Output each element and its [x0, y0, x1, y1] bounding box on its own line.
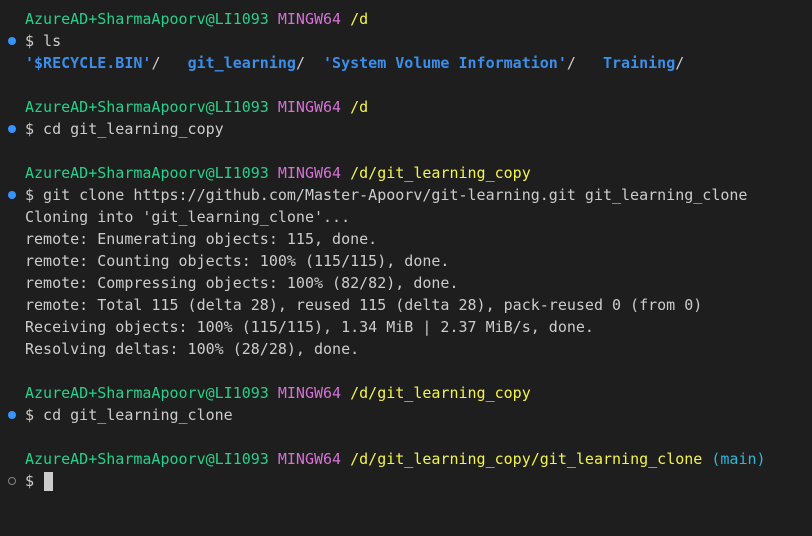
ls-output: '$RECYCLE.BIN'/ git_learning/ 'System Vo… — [0, 52, 812, 74]
prompt-path: /d — [350, 98, 369, 116]
command-success-decoration[interactable] — [8, 125, 16, 133]
ls-separator: / — [566, 54, 576, 72]
output-line: Receiving objects: 100% (115/115), 1.34 … — [25, 318, 594, 336]
prompt-path: /d/git_learning_copy/git_learning_clone — [350, 450, 703, 468]
command-text: $ cd git_learning_clone — [25, 406, 233, 424]
prompt-user-host: AzureAD+SharmaApoorv@LI1093 — [25, 450, 269, 468]
current-command-line[interactable]: $ — [0, 470, 812, 492]
prompt-line: AzureAD+SharmaApoorv@LI1093 MINGW64 /d/g… — [0, 162, 812, 184]
prompt-system: MINGW64 — [277, 164, 342, 182]
ls-separator: / — [295, 54, 305, 72]
prompt-system: MINGW64 — [277, 450, 342, 468]
prompt-line: AzureAD+SharmaApoorv@LI1093 MINGW64 /d/g… — [0, 382, 812, 404]
ls-entry: Training — [603, 54, 676, 72]
command-pending-decoration[interactable] — [8, 477, 16, 485]
command-text: $ ls — [25, 32, 62, 50]
ls-entry: '$RECYCLE.BIN' — [25, 54, 152, 72]
git-branch: (main) — [711, 450, 766, 468]
prompt-user-host: AzureAD+SharmaApoorv@LI1093 — [25, 98, 269, 116]
prompt-user-host: AzureAD+SharmaApoorv@LI1093 — [25, 164, 269, 182]
ls-separator: / — [151, 54, 161, 72]
output-line: remote: Enumerating objects: 115, done. — [25, 230, 378, 248]
ls-entry: 'System Volume Information' — [323, 54, 567, 72]
prompt-path: /d/git_learning_copy — [350, 164, 531, 182]
text-cursor — [44, 472, 54, 491]
prompt-user-host: AzureAD+SharmaApoorv@LI1093 — [25, 10, 269, 28]
prompt-path: /d/git_learning_copy — [350, 384, 531, 402]
output-line: remote: Total 115 (delta 28), reused 115… — [25, 296, 703, 314]
prompt-system: MINGW64 — [277, 98, 342, 116]
prompt-system: MINGW64 — [277, 384, 342, 402]
ls-separator: / — [675, 54, 685, 72]
output-line: Cloning into 'git_learning_clone'... — [25, 208, 351, 226]
prompt-user-host: AzureAD+SharmaApoorv@LI1093 — [25, 384, 269, 402]
command-success-decoration[interactable] — [8, 37, 16, 45]
prompt-line: AzureAD+SharmaApoorv@LI1093 MINGW64 /d/g… — [0, 448, 812, 470]
command-success-decoration[interactable] — [8, 191, 16, 199]
output-line: Resolving deltas: 100% (28/28), done. — [25, 340, 360, 358]
prompt-line: AzureAD+SharmaApoorv@LI1093 MINGW64 /d — [0, 8, 812, 30]
prompt-system: MINGW64 — [277, 10, 342, 28]
command-text: $ git clone https://github.com/Master-Ap… — [25, 186, 748, 204]
prompt-line: AzureAD+SharmaApoorv@LI1093 MINGW64 /d — [0, 96, 812, 118]
command-text: $ — [25, 472, 44, 490]
output-line: remote: Compressing objects: 100% (82/82… — [25, 274, 459, 292]
prompt-path: /d — [350, 10, 369, 28]
output-line: remote: Counting objects: 100% (115/115)… — [25, 252, 450, 270]
ls-entry: git_learning — [187, 54, 296, 72]
command-success-decoration[interactable] — [8, 411, 16, 419]
command-line: $ cd git_learning_copy — [0, 118, 812, 140]
command-text: $ cd git_learning_copy — [25, 120, 224, 138]
command-line: $ git clone https://github.com/Master-Ap… — [0, 184, 812, 206]
command-line: $ ls — [0, 30, 812, 52]
command-line: $ cd git_learning_clone — [0, 404, 812, 426]
terminal[interactable]: AzureAD+SharmaApoorv@LI1093 MINGW64 /d $… — [0, 0, 812, 536]
